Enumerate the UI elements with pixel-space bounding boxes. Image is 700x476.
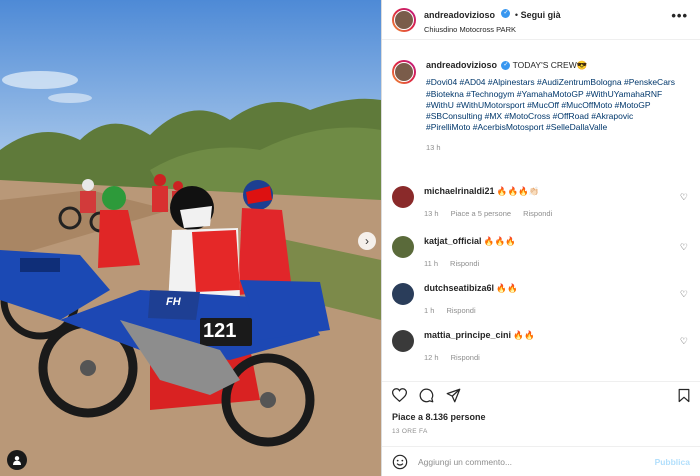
commenter-username[interactable]: michaelrinaldi21 (424, 186, 495, 196)
verified-icon: ✓ (501, 9, 511, 19)
commenter-username[interactable]: dutchseatibiza6l (424, 283, 494, 293)
commenter-avatar[interactable] (392, 186, 414, 208)
share-button[interactable] (446, 388, 461, 403)
comments-scroll[interactable]: andreadovizioso ✓ TODAY'S CREW😎 #Dovi04 … (382, 50, 700, 372)
comment-item: michaelrinaldi21 🔥🔥🔥👏🏻 13 h Piace a 5 per… (382, 186, 700, 218)
heart-icon[interactable]: ♡ (680, 242, 688, 253)
save-button[interactable] (678, 388, 690, 408)
comment-item: mattia_principe_cini 🔥🔥 12 h Rispondi ♡ (382, 330, 700, 362)
comment-time: 12 h (424, 353, 439, 362)
comment-time: 11 h (424, 259, 439, 268)
motocross-photo (0, 0, 381, 476)
comment-item: dutchseatibiza6l 🔥🔥 1 h Rispondi ♡ (382, 283, 700, 315)
comment-input[interactable] (418, 456, 655, 467)
comment-likes[interactable]: Piace a 5 persone (451, 209, 511, 218)
more-options-icon[interactable]: ••• (671, 9, 688, 22)
commenter-avatar[interactable] (392, 330, 414, 352)
heart-icon[interactable]: ♡ (680, 289, 688, 300)
author-username[interactable]: andreadovizioso (424, 10, 495, 20)
post-location[interactable]: Chiusdino Motocross PARK (424, 25, 561, 34)
caption-hashtags[interactable]: #Dovi04 #AD04 #Alpinestars #AudiZentrumB… (426, 77, 676, 133)
bookmark-icon (678, 388, 690, 403)
like-button[interactable] (392, 388, 407, 402)
plate-brand: FH (166, 296, 181, 308)
author-avatar[interactable] (392, 7, 416, 32)
reply-button[interactable]: Rispondi (451, 353, 480, 362)
comment-text: 🔥🔥 (496, 283, 518, 293)
emoji-icon[interactable] (392, 454, 408, 470)
post-photo[interactable]: 121 FH › (0, 0, 381, 476)
next-photo-button[interactable]: › (358, 232, 376, 250)
follow-button[interactable]: Segui già (521, 10, 561, 20)
caption-avatar[interactable] (392, 60, 416, 84)
comment-time: 13 h (424, 209, 439, 218)
posted-ago: 13 ORE FA (392, 428, 428, 435)
commenter-username[interactable]: katjat_official (424, 236, 482, 246)
commenter-avatar[interactable] (392, 236, 414, 258)
verified-icon: ✓ (501, 61, 511, 71)
tagged-users-button[interactable] (7, 450, 27, 470)
publish-button[interactable]: Pubblica (655, 457, 690, 467)
reply-button[interactable]: Rispondi (450, 259, 479, 268)
comment-text: 🔥🔥 (513, 330, 535, 340)
post-header: andreadovizioso ✓ • Segui già Chiusdino … (382, 0, 700, 40)
comment-text: 🔥🔥🔥👏🏻 (496, 186, 540, 196)
reply-button[interactable]: Rispondi (446, 306, 475, 315)
plate-number: 121 (203, 320, 237, 342)
comment-text: 🔥🔥🔥 (483, 236, 516, 246)
commenter-avatar[interactable] (392, 283, 414, 305)
comment-button[interactable] (419, 388, 434, 403)
caption-time: 13 h (426, 142, 441, 152)
heart-icon (392, 388, 407, 402)
post-side-panel: andreadovizioso ✓ • Segui già Chiusdino … (381, 0, 700, 476)
comment-time: 1 h (424, 306, 435, 315)
comment-icon (419, 388, 434, 402)
caption: andreadovizioso ✓ TODAY'S CREW😎 #Dovi04 … (382, 60, 700, 153)
send-icon (446, 388, 461, 402)
comment-item: katjat_official 🔥🔥🔥 11 h Rispondi ♡ (382, 236, 700, 268)
reply-button[interactable]: Rispondi (523, 209, 552, 218)
heart-icon[interactable]: ♡ (680, 336, 688, 347)
chevron-right-icon: › (365, 234, 369, 248)
heart-icon[interactable]: ♡ (680, 192, 688, 203)
user-icon (13, 456, 21, 465)
add-comment-bar: Pubblica (382, 446, 700, 476)
caption-text: TODAY'S CREW😎 (512, 60, 588, 70)
caption-username[interactable]: andreadovizioso (426, 60, 497, 70)
commenter-username[interactable]: mattia_principe_cini (424, 330, 511, 340)
likes-count[interactable]: Piace a 8.136 persone (382, 412, 700, 422)
